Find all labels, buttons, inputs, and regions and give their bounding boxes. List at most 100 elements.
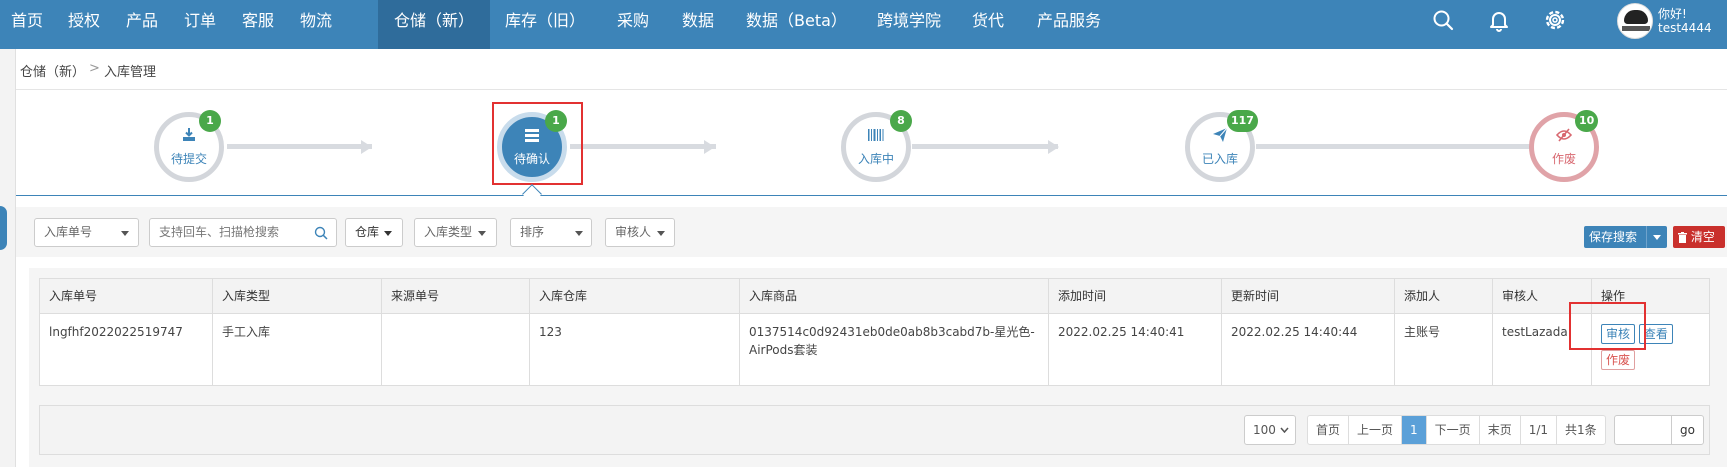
avatar[interactable]: [1617, 3, 1653, 39]
order-number-select[interactable]: 入库单号: [34, 218, 139, 247]
step-arrow: [704, 140, 715, 154]
nav-item-orders[interactable]: 订单: [169, 0, 227, 49]
chevron-down-icon[interactable]: [1653, 235, 1661, 240]
breadcrumb-parent[interactable]: 仓储（新）: [20, 61, 85, 80]
cell-source-no: [381, 313, 530, 386]
nav-item-product-services[interactable]: 产品服务: [1023, 0, 1123, 49]
step-label: 作废: [1551, 152, 1576, 166]
page-jump-input[interactable]: [1614, 415, 1672, 445]
column-header: 入库单号: [39, 278, 213, 314]
nav-item-inventory-old[interactable]: 库存（旧）: [490, 0, 602, 49]
step-count-badge: 8: [890, 110, 912, 132]
download-icon: [183, 128, 195, 141]
breadcrumb-current: 入库管理: [104, 65, 157, 80]
go-button[interactable]: go: [1671, 415, 1704, 445]
username: test4444: [1658, 21, 1712, 35]
clear-label: 清空: [1690, 230, 1715, 244]
nav-item-customer-service[interactable]: 客服: [227, 0, 285, 49]
column-header: 入库商品: [739, 278, 1049, 314]
greeting-text: 你好!: [1658, 7, 1687, 21]
nav-item-home[interactable]: 首页: [0, 0, 53, 49]
breadcrumb: 仓储（新） > 入库管理: [16, 49, 1727, 90]
step-connector: [227, 144, 372, 149]
next-page-button[interactable]: 下一页: [1427, 416, 1480, 444]
chevron-down-icon: [575, 231, 583, 236]
split-divider: [1646, 226, 1647, 248]
clear-button[interactable]: 清空: [1673, 226, 1725, 248]
column-header: 来源单号: [381, 278, 530, 314]
sort-select[interactable]: 排序: [510, 218, 592, 247]
step-connector: [1256, 144, 1530, 149]
column-header: 添加人: [1394, 278, 1493, 314]
chevron-down-icon: [1280, 427, 1289, 433]
nav-item-auth[interactable]: 授权: [53, 0, 111, 49]
save-search-button[interactable]: 保存搜索: [1584, 226, 1667, 248]
page-count: 1/1: [1521, 416, 1558, 444]
step-label: 已入库: [1201, 152, 1238, 166]
inbound-table: 入库单号 入库类型 来源单号 入库仓库 入库商品 添加时间 更新时间 添加人 审…: [39, 278, 1710, 386]
step-arrow: [361, 140, 372, 154]
column-header: 添加时间: [1048, 278, 1222, 314]
column-header: 入库仓库: [529, 278, 740, 314]
step-connector: [570, 144, 716, 149]
pager: 首页 上一页 1 下一页 末页 1/1 共1条: [1307, 415, 1606, 445]
barcode-icon: [868, 129, 884, 141]
current-page[interactable]: 1: [1402, 416, 1427, 444]
nav-item-products[interactable]: 产品: [111, 0, 169, 49]
chevron-down-icon: [478, 231, 486, 236]
column-header: 更新时间: [1221, 278, 1395, 314]
first-page-button[interactable]: 首页: [1308, 416, 1350, 444]
nav-item-data[interactable]: 数据: [667, 0, 725, 49]
page-size-value: 100: [1253, 423, 1276, 437]
order-number-select-label: 入库单号: [44, 225, 93, 239]
step-count-badge: 1: [199, 110, 221, 132]
eye-slash-icon: [1556, 128, 1572, 142]
trash-icon: [1678, 232, 1687, 243]
paper-plane-icon: [1213, 127, 1228, 142]
chevron-down-icon: [657, 231, 665, 236]
step-label: 入库中: [857, 152, 894, 166]
cell-type: 手工入库: [212, 313, 382, 386]
page-size-select[interactable]: 100: [1244, 415, 1296, 445]
reviewer-label: 审核人: [615, 225, 652, 239]
search-icon[interactable]: [314, 226, 328, 240]
nav-item-academy[interactable]: 跨境学院: [862, 0, 958, 49]
nav-item-logistics[interactable]: 物流: [285, 0, 343, 49]
highlight-box: [1569, 302, 1646, 350]
prev-page-button[interactable]: 上一页: [1349, 416, 1403, 444]
sort-label: 排序: [520, 225, 545, 239]
highlight-box: [492, 102, 583, 185]
breadcrumb-separator: >: [89, 61, 100, 76]
step-label: 待提交: [170, 152, 207, 166]
search-icon[interactable]: [1431, 8, 1455, 32]
step-arrow: [1048, 140, 1059, 154]
step-connector: [912, 144, 1058, 149]
cell-added-by: 主账号: [1394, 313, 1493, 386]
table-row: lngfhf2022022519747 手工入库 123 0137514c0d9…: [39, 313, 1710, 386]
top-navigation: 首页 授权 产品 订单 客服 物流 仓储（新） 库存（旧） 采购 数据 数据（B…: [0, 0, 1727, 49]
search-input[interactable]: 支持回车、扫描枪搜索: [149, 218, 337, 247]
user-greeting[interactable]: 你好! test4444: [1658, 7, 1712, 35]
nav-item-data-beta[interactable]: 数据（Beta）: [730, 0, 860, 49]
step-count-badge: 117: [1227, 110, 1258, 132]
step-count-badge: 10: [1575, 110, 1599, 132]
reviewer-filter[interactable]: 审核人: [605, 218, 675, 247]
nav-item-warehouse-new[interactable]: 仓储（新）: [378, 0, 490, 49]
search-placeholder: 支持回车、扫描枪搜索: [159, 225, 280, 239]
cell-added-time: 2022.02.25 14:40:41: [1048, 313, 1222, 386]
nav-item-purchase[interactable]: 采购: [602, 0, 660, 49]
inbound-type-filter[interactable]: 入库类型: [414, 218, 497, 247]
cell-warehouse: 123: [529, 313, 740, 386]
save-search-label: 保存搜索: [1589, 230, 1638, 244]
bell-icon[interactable]: [1487, 8, 1511, 32]
cell-updated-time: 2022.02.25 14:40:44: [1221, 313, 1395, 386]
sidebar-toggle-tab[interactable]: [0, 206, 7, 250]
chevron-down-icon: [384, 231, 392, 236]
gear-icon[interactable]: [1543, 8, 1567, 32]
cell-product: 0137514c0d92431eb0de0ab8b3cabd7b-星光色-Air…: [739, 313, 1049, 386]
last-page-button[interactable]: 末页: [1480, 416, 1521, 444]
void-button[interactable]: 作废: [1601, 350, 1636, 370]
table-header-row: 入库单号 入库类型 来源单号 入库仓库 入库商品 添加时间 更新时间 添加人 审…: [39, 278, 1710, 314]
left-sidebar: [0, 49, 16, 467]
warehouse-filter[interactable]: 仓库: [345, 218, 403, 247]
